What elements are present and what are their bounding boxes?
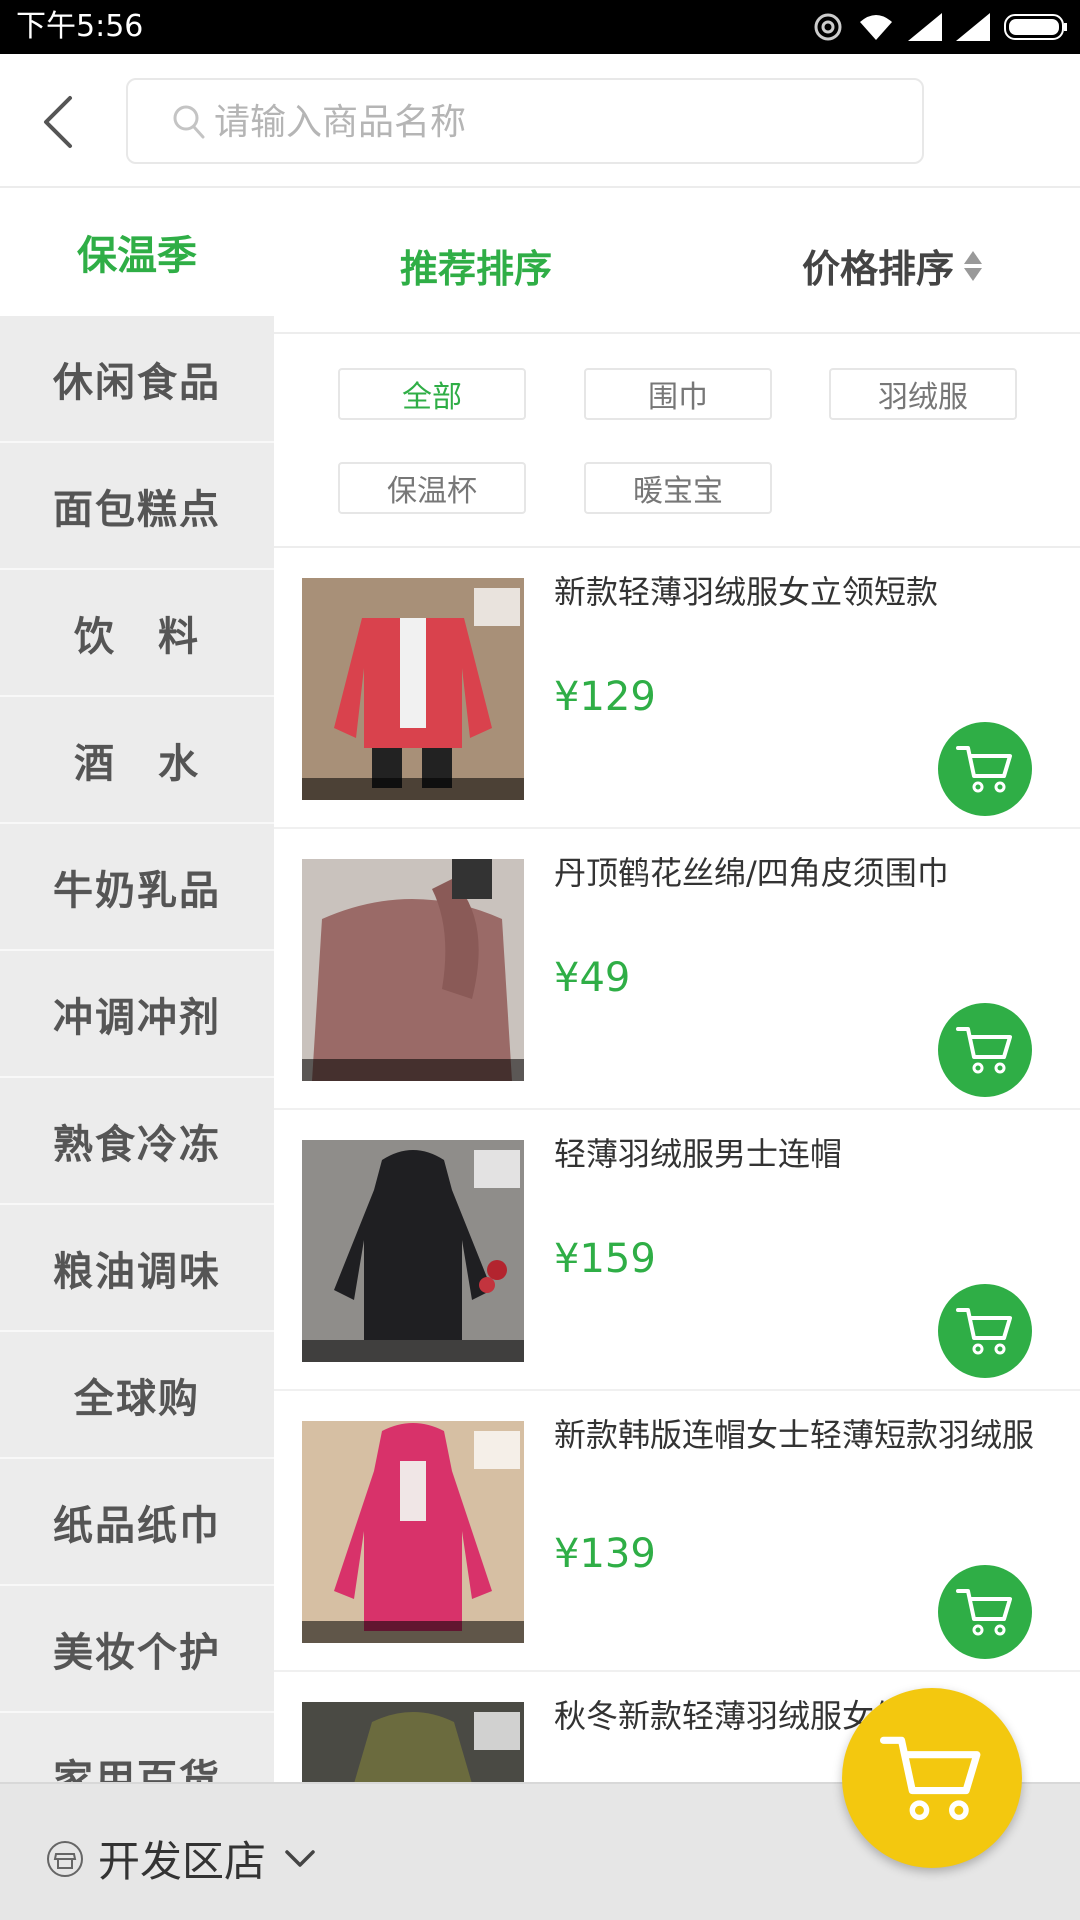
cart-icon — [880, 1736, 981, 1821]
product-price: ¥159 — [554, 1236, 656, 1282]
sort-price-label: 价格排序 — [802, 247, 955, 291]
wifi-icon — [860, 15, 892, 40]
product-price: ¥139 — [554, 1531, 656, 1577]
filter-chips: 全部 围巾 羽绒服 保温杯 暖宝宝 — [274, 334, 1080, 548]
sort-arrows-icon — [964, 250, 983, 281]
cart-icon — [956, 746, 1012, 793]
add-to-cart-button[interactable] — [938, 1284, 1032, 1378]
sort-recommended-tab[interactable]: 推荐排序 — [400, 238, 552, 293]
product-name: 轻薄羽绒服男士连帽 — [554, 1135, 843, 1173]
product-image — [302, 1140, 524, 1362]
product-item[interactable]: 轻薄羽绒服男士连帽 ¥159 — [274, 1110, 1080, 1391]
store-selector[interactable]: 开发区店 — [46, 1828, 316, 1889]
sidebar-item-active[interactable]: 保温季 — [0, 188, 274, 316]
sidebar-item[interactable]: 牛奶乳品 — [0, 824, 274, 951]
product-item[interactable]: 新款轻薄羽绒服女立领短款 ¥129 — [274, 548, 1080, 829]
add-to-cart-button[interactable] — [938, 1565, 1032, 1659]
product-image — [302, 1702, 524, 1782]
sort-bar: 推荐排序 价格排序 — [274, 188, 1080, 334]
product-image — [302, 1421, 524, 1643]
product-name: 丹顶鹤花丝绵/四角皮须围巾 — [554, 854, 949, 892]
filter-chip-scarf[interactable]: 围巾 — [584, 368, 772, 420]
product-price: ¥129 — [554, 674, 656, 720]
product-item[interactable]: 新款韩版连帽女士轻薄短款羽绒服 ¥139 — [274, 1391, 1080, 1672]
chevron-down-icon — [285, 1849, 315, 1867]
filter-chip-all[interactable]: 全部 — [338, 368, 526, 420]
cart-icon — [956, 1027, 1012, 1074]
search-input[interactable] — [214, 94, 894, 150]
add-to-cart-button[interactable] — [938, 1003, 1032, 1097]
product-image — [302, 578, 524, 800]
cart-icon — [956, 1589, 1012, 1636]
battery-icon — [1004, 14, 1067, 40]
product-list: 新款轻薄羽绒服女立领短款 ¥129 丹顶鹤花丝绵/四角皮须围巾 ¥49 轻薄羽绒… — [274, 548, 1080, 1782]
product-name: 新款轻薄羽绒服女立领短款 — [554, 573, 939, 611]
sidebar-item[interactable]: 酒 水 — [0, 697, 274, 824]
sidebar-item[interactable]: 纸品纸巾 — [0, 1459, 274, 1586]
sort-price-tab[interactable]: 价格排序 — [802, 238, 983, 293]
store-icon — [47, 1840, 83, 1877]
product-name: 新款韩版连帽女士轻薄短款羽绒服 — [554, 1416, 1035, 1454]
sidebar-item[interactable]: 家用百货 — [0, 1713, 274, 1783]
back-arrow-icon[interactable] — [38, 94, 78, 150]
sidebar-item[interactable]: 休闲食品 — [0, 316, 274, 443]
sidebar-item[interactable]: 冲调冲剂 — [0, 951, 274, 1078]
sidebar-item[interactable]: 美妆个护 — [0, 1586, 274, 1713]
add-to-cart-button[interactable] — [938, 722, 1032, 816]
search-box[interactable] — [126, 78, 924, 164]
status-bar: 下午5:56 — [0, 0, 1080, 54]
filter-chip-down-jacket[interactable]: 羽绒服 — [829, 368, 1017, 420]
product-price: ¥49 — [554, 955, 631, 1001]
sidebar-item[interactable]: 饮 料 — [0, 570, 274, 697]
search-icon — [173, 105, 205, 139]
sidebar-item[interactable]: 面包糕点 — [0, 443, 274, 570]
product-image — [302, 859, 524, 1081]
signal-icon — [908, 13, 942, 41]
sidebar-item[interactable]: 粮油调味 — [0, 1205, 274, 1332]
floating-cart-button[interactable] — [842, 1688, 1022, 1868]
category-sidebar: 保温季 休闲食品 面包糕点 饮 料 酒 水 牛奶乳品 冲调冲剂 熟食冷冻 粮油调… — [0, 188, 274, 1782]
status-icons — [812, 10, 1068, 44]
store-name: 开发区店 — [98, 1837, 267, 1886]
filter-chip-thermos[interactable]: 保温杯 — [338, 462, 526, 514]
sidebar-item[interactable]: 熟食冷冻 — [0, 1078, 274, 1205]
header — [0, 54, 1080, 188]
status-time: 下午5:56 — [16, 9, 144, 44]
hotspot-icon — [814, 13, 842, 41]
sidebar-item[interactable]: 全球购 — [0, 1332, 274, 1459]
filter-chip-warmer[interactable]: 暖宝宝 — [584, 462, 772, 514]
signal-icon — [956, 13, 990, 41]
cart-icon — [956, 1308, 1012, 1355]
product-item[interactable]: 丹顶鹤花丝绵/四角皮须围巾 ¥49 — [274, 829, 1080, 1110]
